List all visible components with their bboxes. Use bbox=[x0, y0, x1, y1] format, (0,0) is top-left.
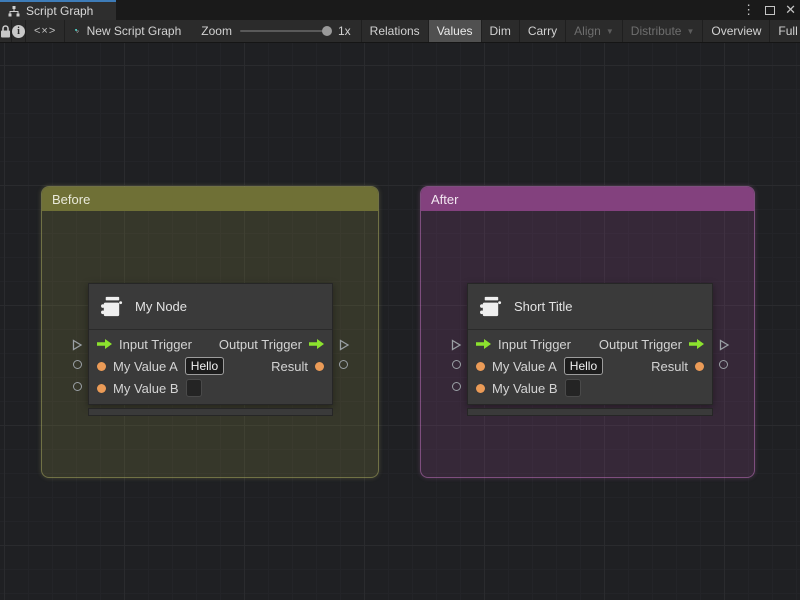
kebab-menu-icon[interactable]: ⋮ bbox=[742, 0, 755, 20]
external-value-port-icon[interactable] bbox=[452, 360, 461, 369]
unit-icon bbox=[101, 296, 123, 317]
fullscreen-button[interactable]: Full Scre bbox=[770, 20, 800, 42]
port-value-b[interactable]: My Value B bbox=[97, 379, 202, 397]
flow-arrow-icon bbox=[476, 339, 491, 349]
distribute-label: Distribute bbox=[630, 24, 682, 38]
group-title: After bbox=[431, 191, 459, 207]
zoom-slider-handle[interactable] bbox=[321, 26, 332, 36]
group-after-header[interactable]: After bbox=[421, 187, 754, 211]
graph-toolbar: i <×> New Script Graph Zoom 1x Relations… bbox=[0, 20, 800, 43]
port-label: My Value B bbox=[492, 380, 558, 396]
toggle-carry[interactable]: Carry bbox=[520, 20, 567, 42]
port-input-trigger[interactable]: Input Trigger bbox=[97, 337, 192, 352]
overview-button[interactable]: Overview bbox=[703, 20, 771, 42]
port-output-trigger[interactable]: Output Trigger bbox=[219, 337, 324, 352]
node-footer bbox=[88, 408, 333, 416]
external-flow-port-icon[interactable] bbox=[450, 338, 462, 356]
port-label: My Value B bbox=[113, 380, 179, 396]
flow-arrow-icon bbox=[97, 339, 112, 349]
code-preview-button[interactable]: <×> bbox=[26, 20, 66, 42]
node-header[interactable]: Short Title bbox=[468, 284, 712, 330]
port-label: Result bbox=[271, 358, 308, 374]
flow-arrow-icon bbox=[309, 339, 324, 349]
group-title: Before bbox=[52, 191, 91, 207]
value-b-input[interactable] bbox=[564, 379, 581, 397]
chevron-down-icon: ▼ bbox=[605, 26, 614, 36]
value-port-icon bbox=[695, 361, 704, 371]
unit-icon bbox=[480, 296, 502, 317]
info-icon: i bbox=[12, 24, 25, 38]
inspector-button[interactable]: i bbox=[12, 20, 26, 42]
graph-title-area: New Script Graph bbox=[65, 20, 191, 42]
graph-canvas[interactable]: Before After My Node Input Trigger Outpu… bbox=[0, 43, 800, 600]
port-label: Output Trigger bbox=[598, 336, 682, 352]
graph-hierarchy-icon bbox=[8, 5, 20, 16]
port-label: Input Trigger bbox=[119, 336, 192, 352]
port-value-a[interactable]: My Value A Hello bbox=[97, 357, 225, 375]
toggle-values[interactable]: Values bbox=[428, 20, 482, 42]
value-a-input[interactable]: Hello bbox=[563, 357, 604, 375]
toggle-dim[interactable]: Dim bbox=[482, 20, 520, 42]
port-input-trigger[interactable]: Input Trigger bbox=[476, 337, 571, 352]
graph-name: New Script Graph bbox=[86, 24, 182, 38]
tab-script-graph[interactable]: Script Graph bbox=[0, 0, 116, 20]
port-label: Output Trigger bbox=[218, 336, 302, 352]
port-output-trigger[interactable]: Output Trigger bbox=[599, 337, 704, 352]
zoom-label: Zoom bbox=[201, 24, 232, 38]
tab-bar: Script Graph ⋮ ✕ bbox=[0, 0, 800, 20]
distribute-dropdown[interactable]: Distribute ▼ bbox=[623, 20, 704, 42]
zoom-value: 1x bbox=[337, 24, 351, 38]
group-before-header[interactable]: Before bbox=[42, 187, 378, 211]
external-value-port-icon[interactable] bbox=[452, 382, 461, 391]
port-result[interactable]: Result bbox=[651, 359, 704, 374]
lock-icon bbox=[1, 24, 10, 37]
node-short-title[interactable]: Short Title Input Trigger Output Trigger bbox=[451, 283, 730, 416]
chevron-down-icon: ▼ bbox=[686, 26, 695, 36]
align-dropdown[interactable]: Align ▼ bbox=[566, 20, 623, 42]
toggle-relations[interactable]: Relations bbox=[362, 20, 429, 42]
value-a-input[interactable]: Hello bbox=[184, 357, 225, 375]
port-value-a[interactable]: My Value A Hello bbox=[476, 357, 604, 375]
port-label: My Value A bbox=[113, 358, 178, 374]
maximize-icon[interactable] bbox=[765, 5, 776, 15]
external-flow-port-icon[interactable] bbox=[338, 338, 350, 356]
value-port-icon bbox=[476, 383, 485, 393]
value-b-input[interactable] bbox=[185, 379, 202, 397]
value-port-icon bbox=[97, 383, 106, 393]
external-value-port-icon[interactable] bbox=[73, 360, 82, 369]
external-value-port-icon[interactable] bbox=[339, 360, 348, 369]
node-header[interactable]: My Node bbox=[89, 284, 332, 330]
zoom-control: Zoom 1x bbox=[191, 20, 362, 42]
node-title: My Node bbox=[135, 299, 188, 314]
port-label: Result bbox=[651, 358, 688, 374]
port-result[interactable]: Result bbox=[271, 359, 324, 374]
node-footer bbox=[467, 408, 713, 416]
node-title: Short Title bbox=[514, 299, 573, 314]
value-port-icon bbox=[315, 361, 324, 371]
flow-arrow-icon bbox=[689, 339, 704, 349]
zoom-slider[interactable] bbox=[239, 26, 332, 36]
external-flow-port-icon[interactable] bbox=[718, 338, 730, 356]
external-value-port-icon[interactable] bbox=[73, 382, 82, 391]
port-label: Input Trigger bbox=[498, 336, 571, 352]
lock-button[interactable] bbox=[0, 20, 12, 42]
port-value-b[interactable]: My Value B bbox=[476, 379, 581, 397]
value-port-icon bbox=[97, 361, 106, 371]
script-graph-icon bbox=[75, 29, 80, 33]
node-my-node[interactable]: My Node Input Trigger Output Trigger My … bbox=[72, 283, 350, 416]
external-value-port-icon[interactable] bbox=[719, 360, 728, 369]
port-label: My Value A bbox=[492, 358, 557, 374]
close-icon[interactable]: ✕ bbox=[785, 0, 796, 20]
tab-title: Script Graph bbox=[26, 4, 94, 18]
external-flow-port-icon[interactable] bbox=[71, 338, 83, 356]
value-port-icon bbox=[476, 361, 485, 371]
align-label: Align bbox=[574, 24, 601, 38]
